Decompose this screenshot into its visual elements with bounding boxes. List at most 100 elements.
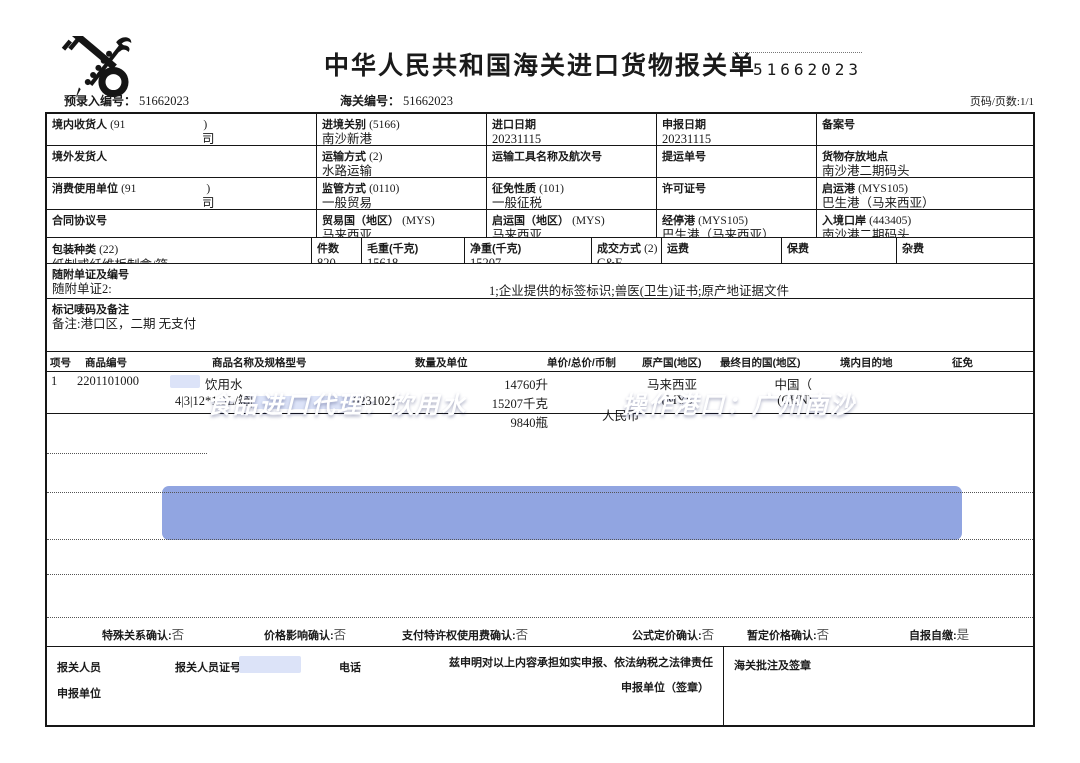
field-label: 保费 <box>787 243 809 255</box>
field-trade-country: 贸易国（地区） (MYS) 马来西亚 <box>317 210 487 237</box>
confirm-label: 特殊关系确认: <box>102 630 172 642</box>
col-item-no: 项号 <box>50 357 71 369</box>
field-label: 杂费 <box>902 243 924 255</box>
field-value: 一般贸易 <box>322 196 373 209</box>
field-transport-name-voyage: 运输工具名称及航次号 <box>487 146 657 177</box>
goods-table-header: 项号 商品编号 商品名称及规格型号 数量及单位 单价/总价/币制 原产国(地区)… <box>47 352 1033 372</box>
confirm-formula-pricing: 公式定价确认:否 <box>632 626 714 644</box>
form-title-text: 中华人民共和国海关进口货物报关单 <box>323 52 756 80</box>
agent-label: 报关人员 <box>57 662 101 674</box>
field-label: 标记唛码及备注 <box>52 304 129 316</box>
field-levy-nature: 征免性质 (101) 一般征税 <box>487 178 657 209</box>
field-value: 一般征税 <box>492 196 543 209</box>
dotted-divider <box>47 574 1033 575</box>
divider <box>47 413 1033 414</box>
confirm-value: 是 <box>956 628 970 642</box>
field-domestic-consignee: 境内收货人 (91) 司 <box>47 114 317 145</box>
field-label: 件数 <box>317 243 339 255</box>
field-package-type: 包装种类 (22) 纸制或纤维板制盒/箱 <box>47 238 312 263</box>
field-piece-count: 件数 820 <box>312 238 362 263</box>
dotted-divider <box>47 539 1033 540</box>
field-supervision-mode: 监管方式 (0110) 一般贸易 <box>317 178 487 209</box>
col-origin-country: 原产国(地区) <box>642 357 702 369</box>
confirm-price-influence: 价格影响确认:否 <box>264 626 346 644</box>
field-label: 净重(千克) <box>470 243 522 255</box>
banner-left-text: 食品进口代理：饮用水 <box>207 392 467 419</box>
field-consumption-unit: 消费使用单位 (91) 司 <box>47 178 317 209</box>
table-row: 境外发货人 运输方式 (2) 水路运输 运输工具名称及航次号 提运单号 货物存放… <box>47 146 1033 178</box>
field-record-number: 备案号 <box>817 114 1033 145</box>
customs-number-value: 51662023 <box>403 94 454 108</box>
field-label: 毛重(千克) <box>367 243 419 255</box>
field-code: (22) <box>99 244 119 256</box>
field-import-date: 进口日期 20231115 <box>487 114 657 145</box>
field-label: 境内收货人 <box>52 119 107 131</box>
declarant-cell: 报关人员 报关人员证号 电话 申报单位 兹申明对以上内容承担如实申报、依法纳税之… <box>47 647 724 725</box>
table-row: 境内收货人 (91) 司 进境关别 (5166) 南沙新港 进口日期 20231… <box>47 114 1033 146</box>
field-code: (5166) <box>369 119 400 131</box>
field-code: (MYS105) <box>698 215 748 227</box>
field-label: 启运国（地区） <box>492 215 569 227</box>
col-price-currency: 单价/总价/币制 <box>547 357 616 369</box>
field-value: 20231115 <box>662 132 712 145</box>
field-label: 运输方式 <box>322 151 366 163</box>
field-value: 南沙新港 <box>322 132 373 145</box>
field-label: 包装种类 <box>52 244 96 256</box>
table-row: 合同协议号 贸易国（地区） (MYS) 马来西亚 启运国（地区） (MYS) 马… <box>47 210 1033 238</box>
confirm-label: 支付特许权使用费确认: <box>402 630 516 642</box>
marks-remarks-row: 标记唛码及备注 备注:港口区，二期 无支付 <box>47 299 1033 352</box>
remarks-value: 备注:港口区，二期 无支付 <box>52 317 197 331</box>
col-quantity-unit: 数量及单位 <box>415 357 468 369</box>
field-label: 成交方式 <box>597 243 641 255</box>
dotted-divider <box>47 453 207 454</box>
field-transaction-terms: 成交方式 (2) C&F <box>592 238 662 263</box>
confirm-label: 暂定价格确认: <box>747 630 817 642</box>
goods-table-body: 1 2201101000 饮用水 4|3|12*1.5L/箱| 0231021 1… <box>47 372 1033 617</box>
field-code: (2) <box>369 151 383 163</box>
field-value: C&F <box>597 256 623 263</box>
declaration-table: 境内收货人 (91) 司 进境关别 (5166) 南沙新港 进口日期 20231… <box>45 112 1035 727</box>
pre-entry-label: 预录入编号： <box>64 94 137 108</box>
customs-number-label: 海关编号： <box>340 94 401 108</box>
field-misc-fees: 杂费 <box>897 238 1033 263</box>
promo-banner <box>162 486 962 540</box>
goods-item-no: 1 <box>51 374 58 388</box>
field-label: 启运港 <box>822 183 855 195</box>
field-value: 南沙港二期码头 <box>822 228 910 237</box>
field-label: 提运单号 <box>662 151 706 163</box>
col-domestic-destination: 境内目的地 <box>840 357 893 369</box>
field-label: 运费 <box>667 243 689 255</box>
redacted-box <box>170 375 200 388</box>
field-code: (443405) <box>869 215 912 227</box>
field-value: 15207 <box>470 256 502 263</box>
goods-hs-code: 2201101000 <box>77 374 140 388</box>
field-net-weight: 净重(千克) 15207 <box>465 238 592 263</box>
field-code: (91 <box>110 119 126 131</box>
field-label: 征免性质 <box>492 183 536 195</box>
field-gross-weight: 毛重(千克) 15618 <box>362 238 465 263</box>
customs-declaration-form: 中华人民共和国海关进口货物报关单 ＊51662023 预录入编号： 516620… <box>0 0 1080 763</box>
confirm-value: 否 <box>701 628 715 642</box>
declaration-text: 兹申明对以上内容承担如实申报、依法纳税之法律责任 <box>449 657 713 669</box>
footer-row: 报关人员 报关人员证号 电话 申报单位 兹申明对以上内容承担如实申报、依法纳税之… <box>47 647 1033 725</box>
field-departure-port: 启运港 (MYS105) 巴生港（马来西亚） <box>817 178 1033 209</box>
col-levy-exemption: 征免 <box>952 357 973 369</box>
field-label: 监管方式 <box>322 183 366 195</box>
field-insurance: 保费 <box>782 238 897 263</box>
field-code: (91 <box>121 183 137 195</box>
banner-right-text: 操作港口：广州南沙 <box>622 392 856 419</box>
field-label: 进境关别 <box>322 119 366 131</box>
table-row: 消费使用单位 (91) 司 监管方式 (0110) 一般贸易 征免性质 (101… <box>47 178 1033 210</box>
col-goods-name-spec: 商品名称及规格型号 <box>212 357 307 369</box>
phone-label: 电话 <box>339 662 361 674</box>
page-number: 页码/页数:1/1 <box>969 96 1034 108</box>
declaration-star-number: ＊51662023 <box>733 52 863 80</box>
docs-list-value: 1;企业提供的标签标识;兽医(卫生)证书;原产地证据文件 <box>489 284 789 298</box>
field-code: (MYS) <box>402 215 435 227</box>
field-code-close: ) <box>203 119 208 131</box>
field-label: 经停港 <box>662 215 695 227</box>
field-goods-location: 货物存放地点 南沙港二期码头 <box>817 146 1033 177</box>
confirm-self-declaration: 自报自缴:是 <box>909 626 969 644</box>
field-value: 纸制或纤维板制盒/箱 <box>52 258 306 263</box>
field-code: (0110) <box>369 183 400 195</box>
